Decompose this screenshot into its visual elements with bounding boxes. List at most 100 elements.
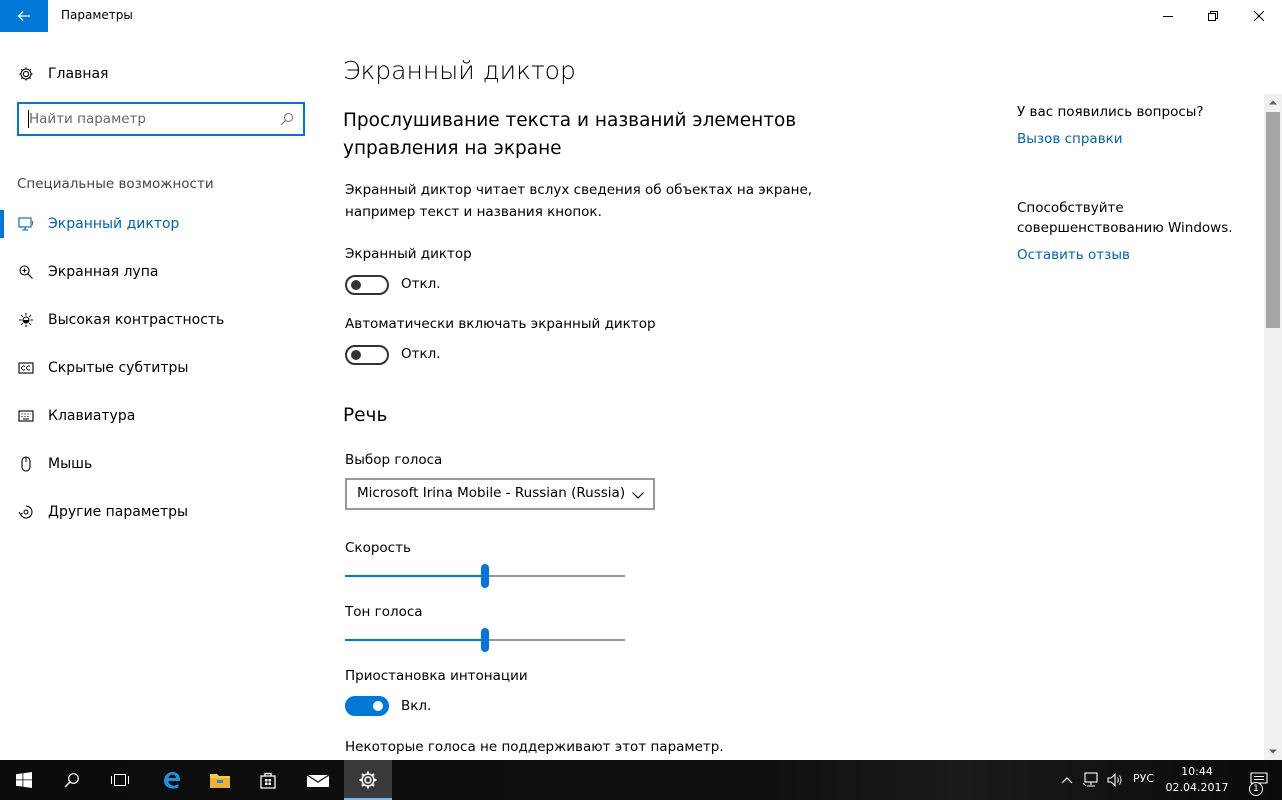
sidebar-item-mouse[interactable]: Мышь (0, 444, 322, 484)
scroll-up-icon[interactable] (1264, 94, 1282, 110)
narrator-toggle-label: Экранный диктор (345, 246, 472, 262)
store-button[interactable] (244, 760, 292, 800)
mail-icon (306, 774, 330, 787)
pitch-slider-label: Тон голоса (345, 604, 423, 620)
minimize-button[interactable] (1145, 0, 1191, 32)
auto-start-toggle-state: Откл. (401, 346, 441, 362)
toggle-knob (351, 280, 361, 290)
help-panel: У вас появились вопросы? Вызов справки С… (1017, 32, 1257, 332)
volume-icon[interactable] (1106, 771, 1124, 789)
other-options-icon (17, 503, 35, 521)
sidebar-item-closed-captions[interactable]: Скрытые субтитры (0, 348, 322, 388)
minimize-icon (1163, 16, 1173, 17)
sidebar-item-other-options[interactable]: Другие параметры (0, 492, 322, 532)
sidebar-item-high-contrast[interactable]: Высокая контрастность (0, 300, 322, 340)
section-label-accessibility: Специальные возможности (17, 176, 214, 192)
sidebar-item-keyboard[interactable]: Клавиатура (0, 396, 322, 436)
file-explorer-button[interactable] (196, 760, 244, 800)
close-icon (1254, 11, 1264, 21)
voice-select-label: Выбор голоса (345, 452, 443, 468)
scroll-thumb[interactable] (1266, 112, 1280, 328)
taskbar: РУС 10:44 02.04.2017 1 (0, 760, 1282, 800)
sidebar-item-magnifier[interactable]: Экранная лупа (0, 252, 322, 292)
search-input[interactable] (29, 109, 274, 129)
voice-select-value: Microsoft Irina Mobile - Russian (Russia… (357, 485, 626, 501)
intonation-toggle[interactable] (345, 696, 389, 716)
main-content: Экранный диктор Прослушивание текста и н… (343, 32, 1003, 760)
search-icon (64, 773, 79, 788)
sidebar-item-label: Экранная лупа (48, 264, 159, 280)
notification-count-badge: 1 (1249, 782, 1263, 796)
speed-slider[interactable] (345, 564, 625, 588)
network-icon[interactable] (1082, 771, 1100, 789)
title-bar: Параметры (0, 0, 1282, 32)
restore-icon (1208, 11, 1218, 21)
narrator-description: Экранный диктор читает вслух сведения об… (345, 182, 813, 220)
toggle-knob (351, 350, 361, 360)
search-field[interactable] (17, 102, 305, 136)
nav-home[interactable]: Главная (0, 56, 322, 92)
input-language[interactable]: РУС (1133, 772, 1154, 785)
chevron-up-icon[interactable] (1058, 771, 1076, 789)
restore-button[interactable] (1190, 0, 1236, 32)
closed-captions-icon (17, 359, 35, 377)
sidebar-item-label: Экранный диктор (48, 216, 180, 232)
settings-taskbar-button[interactable] (344, 760, 392, 800)
sidebar-item-label: Скрытые субтитры (48, 360, 189, 376)
close-button[interactable] (1236, 0, 1282, 32)
folder-icon (210, 774, 230, 788)
clock-time: 10:44 (1181, 765, 1213, 778)
slider-track-filled (345, 575, 485, 577)
scrollbar[interactable] (1264, 94, 1282, 760)
auto-start-toggle-label: Автоматически включать экранный диктор (345, 316, 656, 332)
intonation-toggle-label: Приостановка интонации (345, 668, 528, 684)
gear-icon (17, 65, 35, 83)
get-help-link[interactable]: Вызов справки (1017, 131, 1123, 147)
mouse-icon (17, 455, 35, 473)
task-view-button[interactable] (96, 760, 144, 800)
slider-thumb[interactable] (481, 564, 489, 588)
store-icon (260, 772, 276, 789)
give-feedback-link[interactable]: Оставить отзыв (1017, 247, 1130, 263)
sidebar-item-label: Высокая контрастность (48, 312, 225, 328)
slider-thumb[interactable] (481, 628, 489, 652)
clock-date: 02.04.2017 (1165, 781, 1229, 794)
gear-icon (359, 771, 377, 789)
voice-support-note: Некоторые голоса не поддерживают этот па… (345, 739, 724, 755)
window-title: Параметры (61, 8, 133, 22)
voice-select[interactable]: Microsoft Irina Mobile - Russian (Russia… (345, 478, 655, 510)
back-arrow-icon (17, 11, 30, 21)
back-button[interactable] (0, 0, 48, 32)
edge-button[interactable] (148, 760, 196, 800)
active-indicator (0, 210, 4, 238)
search-icon[interactable] (280, 111, 296, 127)
sidebar-item-label: Клавиатура (48, 408, 136, 424)
slider-track-filled (345, 639, 485, 641)
chevron-down-icon (631, 487, 645, 501)
slider-track (485, 575, 625, 577)
auto-start-toggle[interactable] (345, 345, 389, 365)
sidebar-item-narrator[interactable]: Экранный диктор (0, 204, 322, 244)
page-title: Экранный диктор (343, 56, 576, 85)
intonation-toggle-state: Вкл. (401, 698, 432, 714)
sidebar-item-label: Мышь (48, 456, 93, 472)
task-view-icon (111, 774, 129, 786)
pitch-slider[interactable] (345, 628, 625, 652)
nav-home-label: Главная (48, 66, 109, 82)
sidebar-item-label: Другие параметры (48, 504, 189, 520)
speed-slider-label: Скорость (345, 540, 411, 556)
narrator-toggle[interactable] (345, 275, 389, 295)
toggle-knob (373, 701, 383, 711)
mail-button[interactable] (294, 760, 342, 800)
scroll-down-icon[interactable] (1264, 744, 1282, 760)
keyboard-icon (17, 407, 35, 425)
narrator-toggle-state: Откл. (401, 276, 441, 292)
search-taskbar-button[interactable] (48, 760, 96, 800)
high-contrast-icon (17, 311, 35, 329)
clock[interactable]: 10:44 02.04.2017 (1165, 764, 1229, 796)
start-button[interactable] (0, 760, 48, 800)
feedback-text: Способствуйте совершенствованию Windows. (1017, 200, 1233, 236)
windows-logo-icon (16, 772, 32, 788)
help-question: У вас появились вопросы? (1017, 104, 1204, 120)
slider-track (485, 639, 625, 641)
